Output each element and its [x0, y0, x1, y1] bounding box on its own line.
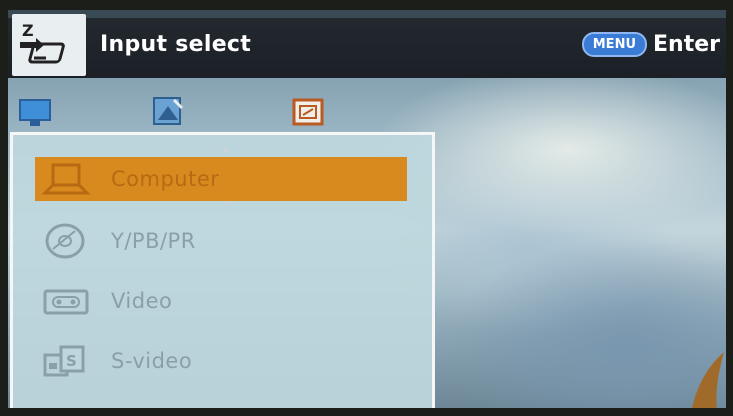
disc-icon	[39, 221, 95, 261]
page-title: Input select	[100, 32, 252, 57]
svg-text:Z: Z	[22, 21, 34, 40]
input-item-computer[interactable]: Computer	[35, 157, 407, 201]
input-item-label: Video	[111, 289, 173, 313]
input-item-label: Computer	[111, 167, 220, 191]
input-item-video[interactable]: Video	[35, 279, 407, 323]
menu-enter-hint: MENU Enter	[581, 32, 720, 57]
input-item-ypbpr[interactable]: Y/PB/PR	[35, 219, 407, 263]
laptop-icon	[39, 159, 95, 199]
input-switch-icon: Z	[12, 14, 86, 76]
menu-tabs	[8, 88, 368, 132]
videotape-icon	[39, 281, 95, 321]
background-horn-shape	[684, 350, 726, 408]
input-item-s-video[interactable]: S S-video	[35, 339, 407, 383]
input-item-label: Y/PB/PR	[111, 229, 196, 253]
monitor-icon[interactable]	[16, 94, 56, 130]
scroll-indicator-up	[223, 147, 229, 153]
menu-button[interactable]: MENU	[581, 32, 648, 57]
display-settings-icon[interactable]	[288, 94, 328, 130]
input-source-menu: Computer Y/PB/PR Video S S-video	[10, 132, 435, 408]
header-bar: Z Input select MENU Enter	[8, 10, 726, 78]
s-video-icon: S	[39, 341, 95, 381]
svg-text:S: S	[66, 352, 77, 370]
header-strip	[8, 10, 726, 18]
image-adjust-icon[interactable]	[148, 94, 188, 130]
enter-label: Enter	[653, 32, 720, 57]
input-item-label: S-video	[111, 349, 193, 373]
projector-screen: Z Input select MENU Enter Computer Y/PB/…	[8, 10, 726, 408]
